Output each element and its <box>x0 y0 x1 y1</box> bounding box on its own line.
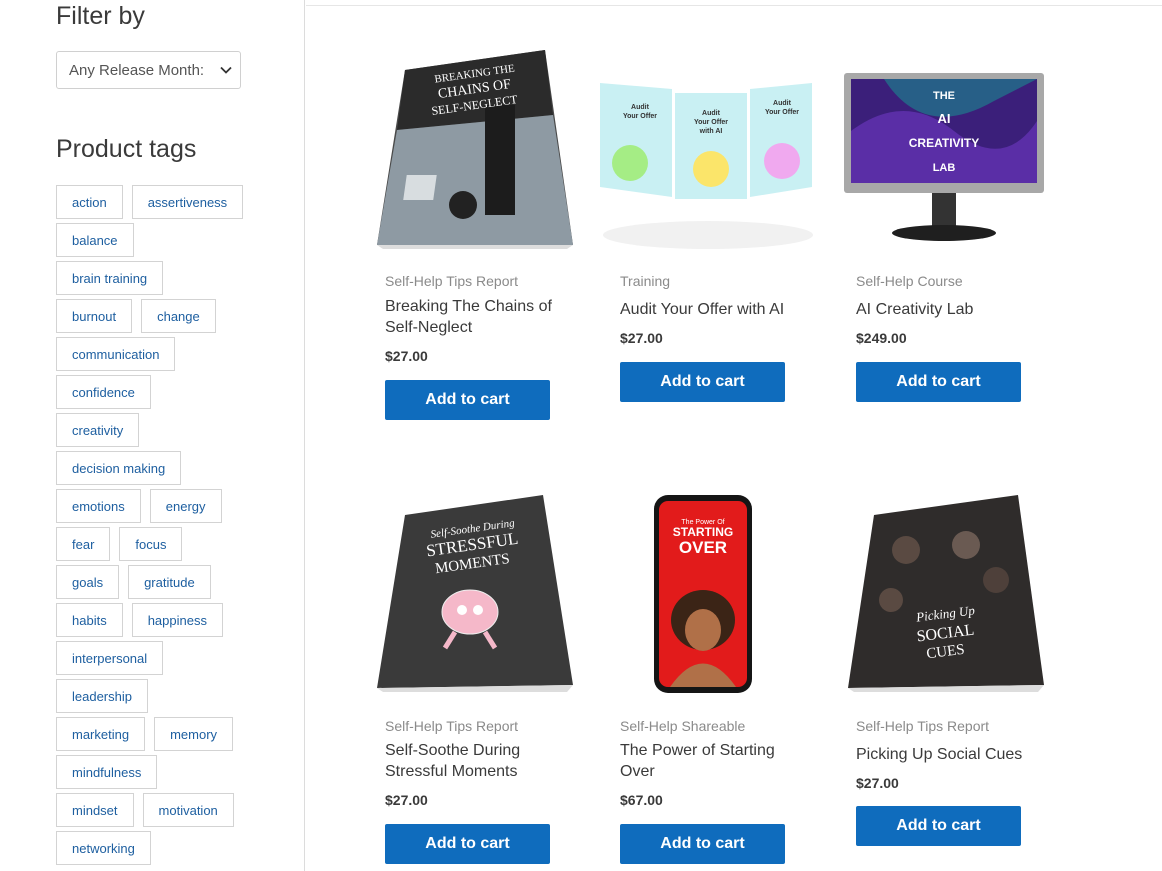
product-name[interactable]: AI Creativity Lab <box>856 299 1036 320</box>
chevron-down-icon <box>220 66 232 74</box>
tag-link[interactable]: communication <box>56 337 176 371</box>
tag-row: creativity <box>56 413 256 447</box>
product-price: $27.00 <box>620 330 663 346</box>
product-price: $67.00 <box>620 792 663 808</box>
svg-text:Your Offer: Your Offer <box>694 119 728 126</box>
release-month-value: Any Release Month: <box>69 61 205 79</box>
add-to-cart-button[interactable]: Add to cart <box>620 824 785 864</box>
release-month-select[interactable]: Any Release Month: <box>56 51 241 89</box>
tag-row: balance <box>56 223 256 257</box>
product-category: Self-Help Tips Report <box>856 718 990 734</box>
add-to-cart-button[interactable]: Add to cart <box>856 362 1021 402</box>
tag-link[interactable]: happiness <box>131 603 223 637</box>
filter-title: Filter by <box>56 2 145 30</box>
product-price: $27.00 <box>385 792 428 808</box>
product-price: $249.00 <box>856 330 907 346</box>
tag-link[interactable]: goals <box>56 565 120 599</box>
svg-text:LAB: LAB <box>933 162 956 174</box>
tag-link[interactable]: balance <box>56 223 134 257</box>
tag-link[interactable]: memory <box>154 717 234 751</box>
tag-link[interactable]: gratitude <box>128 565 211 599</box>
svg-text:CREATIVITY: CREATIVITY <box>909 136 979 150</box>
tag-link[interactable]: emotions <box>56 489 141 523</box>
tag-link[interactable]: confidence <box>56 375 151 409</box>
product-image[interactable]: Picking Up SOCIAL CUES <box>846 490 1046 695</box>
tag-link[interactable]: leadership <box>56 679 148 713</box>
add-to-cart-button[interactable]: Add to cart <box>385 380 550 420</box>
product-name[interactable]: The Power of Starting Over <box>620 740 800 782</box>
product-tags-title: Product tags <box>56 135 197 163</box>
tag-row: emotions energy <box>56 489 256 523</box>
product-name[interactable]: Breaking The Chains of Self-Neglect <box>385 296 565 338</box>
tag-link[interactable]: burnout <box>56 299 133 333</box>
tag-link[interactable]: energy <box>149 489 222 523</box>
tag-link[interactable]: focus <box>119 527 183 561</box>
product-image[interactable]: CHAINS OF BREAKING THE SELF-NEGLECT <box>375 45 575 250</box>
product-image[interactable]: THE AI CREATIVITY LAB <box>844 71 1049 276</box>
svg-text:STARTING: STARTING <box>673 525 733 539</box>
tag-row: marketing memory <box>56 717 256 751</box>
tag-row: networking <box>56 831 256 865</box>
svg-text:Audit: Audit <box>702 110 721 117</box>
tag-link[interactable]: decision making <box>56 451 182 485</box>
tag-link[interactable]: brain training <box>56 261 164 295</box>
tag-row: leadership <box>56 679 256 713</box>
svg-text:with AI: with AI <box>699 128 723 135</box>
tag-link[interactable]: fear <box>56 527 111 561</box>
tag-link[interactable]: interpersonal <box>56 641 164 675</box>
product-category: Self-Help Tips Report <box>385 718 519 734</box>
tag-row: brain training <box>56 261 256 295</box>
tag-row: confidence <box>56 375 256 409</box>
product-price: $27.00 <box>856 775 899 791</box>
tag-link[interactable]: networking <box>56 831 151 865</box>
tag-row: communication <box>56 337 256 371</box>
tag-link[interactable]: marketing <box>56 717 146 751</box>
tag-row: habits happiness <box>56 603 256 637</box>
svg-text:OVER: OVER <box>679 538 727 557</box>
product-name[interactable]: Picking Up Social Cues <box>856 744 1036 765</box>
tag-row: burnout change <box>56 299 256 333</box>
product-name[interactable]: Self-Soothe During Stressful Moments <box>385 740 565 782</box>
add-to-cart-button[interactable]: Add to cart <box>620 362 785 402</box>
tag-row: fear focus <box>56 527 256 561</box>
svg-text:AI: AI <box>938 111 951 126</box>
tag-row: goals gratitude <box>56 565 256 599</box>
sidebar: Filter by Any Release Month: Product tag… <box>0 0 305 871</box>
tag-link[interactable]: creativity <box>56 413 140 447</box>
add-to-cart-button[interactable]: Add to cart <box>856 806 1021 846</box>
svg-text:THE: THE <box>933 90 955 102</box>
product-image[interactable]: Audit Your Offer Audit Your Offer with A… <box>600 75 815 260</box>
tag-row: action assertiveness <box>56 185 256 219</box>
product-category: Self-Help Shareable <box>620 718 746 734</box>
top-divider <box>306 5 1162 6</box>
svg-text:Your Offer: Your Offer <box>765 109 799 116</box>
tag-row: decision making <box>56 451 256 485</box>
product-image[interactable]: Self-Soothe During STRESSFUL MOMENTS <box>375 490 575 695</box>
tag-link[interactable]: action <box>56 185 123 219</box>
tag-row: interpersonal <box>56 641 256 675</box>
tag-row: mindset motivation <box>56 793 256 827</box>
product-name[interactable]: Audit Your Offer with AI <box>620 299 800 320</box>
tag-link[interactable]: mindfulness <box>56 755 158 789</box>
product-price: $27.00 <box>385 348 428 364</box>
product-category: Self-Help Tips Report <box>385 273 519 289</box>
add-to-cart-button[interactable]: Add to cart <box>385 824 550 864</box>
svg-text:Your Offer: Your Offer <box>623 113 657 120</box>
product-image[interactable]: The Power Of STARTING OVER <box>610 490 810 695</box>
tag-link[interactable]: change <box>141 299 216 333</box>
tag-link[interactable]: habits <box>56 603 123 637</box>
svg-text:Audit: Audit <box>773 100 792 107</box>
product-category: Self-Help Course <box>856 273 963 289</box>
tag-link[interactable]: motivation <box>142 793 234 827</box>
svg-text:Audit: Audit <box>631 104 650 111</box>
tag-link[interactable]: mindset <box>56 793 134 827</box>
tag-row: mindfulness <box>56 755 256 789</box>
tag-cloud: action assertiveness balance brain training… <box>56 185 256 869</box>
tag-link[interactable]: assertiveness <box>131 185 244 219</box>
product-category: Training <box>620 273 671 289</box>
